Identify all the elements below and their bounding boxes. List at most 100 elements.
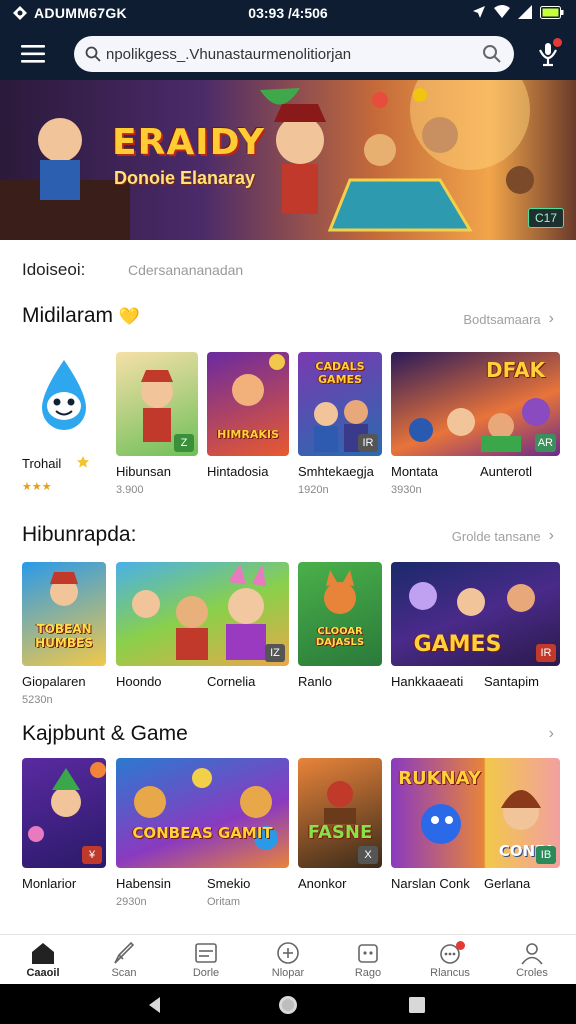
see-all-link-3[interactable]: › — [549, 725, 554, 743]
item-name: Smhtekaegja — [298, 464, 374, 479]
notification-dot — [456, 941, 465, 950]
item-name: Aunterotl — [480, 464, 533, 479]
game-tile[interactable]: GAMES IR — [391, 562, 560, 666]
section-title-1: Midilaram 💛 — [22, 304, 140, 328]
game-tile[interactable]: HIMRAKIS — [207, 352, 289, 456]
chevron-right-icon: › — [548, 310, 554, 327]
nav-label: Rlancus — [430, 967, 470, 979]
user-icon — [521, 943, 543, 965]
hamburger-menu-button[interactable] — [12, 38, 54, 70]
game-tile[interactable]: RUKNAY CONBI IB — [391, 758, 560, 868]
search-input[interactable] — [106, 40, 476, 68]
see-all-link-1[interactable]: Bodtsamaara › — [463, 310, 554, 328]
game-tile[interactable]: DFAK AR — [391, 352, 560, 456]
hero-banner[interactable]: ERAIDY Donoie Elanaray C17 — [0, 80, 576, 240]
section-title-text: Midilaram — [22, 304, 114, 327]
banner-subtitle: Donoie Elanaray — [114, 168, 256, 188]
nav-profile[interactable]: Croles — [500, 939, 564, 983]
tile-badge: X — [358, 846, 378, 864]
water-drop-mascot-icon — [42, 360, 86, 430]
back-icon[interactable] — [144, 994, 166, 1016]
item-name: Santapim — [484, 674, 539, 689]
game-tile[interactable] — [22, 352, 106, 456]
chevron-right-icon: › — [548, 725, 554, 742]
nav-rago[interactable]: Rago — [336, 939, 400, 983]
recents-icon[interactable] — [406, 994, 428, 1016]
game-tile[interactable]: CLOOAR DAJASLS — [298, 562, 382, 666]
tile-art-text: HIMRAKIS — [217, 428, 279, 441]
tile-art-text: CLOOAR DAJASLS — [315, 626, 365, 648]
star-icon — [77, 456, 89, 468]
chevron-right-icon: › — [548, 527, 554, 544]
signal-icon — [518, 5, 532, 19]
game-artwork — [132, 564, 266, 660]
banner-artwork — [0, 80, 534, 240]
item-name: Monlarior — [22, 876, 77, 891]
list-icon — [195, 943, 217, 963]
item-sub: 2930n — [116, 896, 147, 908]
nav-home[interactable]: Caaoil — [11, 939, 75, 983]
tile-badge: IR — [358, 434, 378, 452]
tile-badge: Z — [174, 434, 194, 452]
game-tile[interactable]: CADALS GAMES IR — [298, 352, 382, 456]
item-name: Hibunsan — [116, 464, 171, 479]
game-artwork — [324, 570, 356, 614]
nav-label: Scan — [111, 967, 137, 979]
status-bar: ADUMM67GK 03:93 /4:506 — [0, 0, 576, 28]
nav-label: Dorle — [192, 967, 220, 979]
game-tile[interactable]: Z — [116, 352, 198, 456]
tile-badge: ¥ — [82, 846, 102, 864]
section-title-3: Kajpbunt & Game — [22, 722, 188, 745]
item-name: Hoondo — [116, 674, 162, 689]
tile-art-text: TOBEAN HUMBES — [35, 622, 93, 650]
home-circle-icon[interactable] — [277, 994, 299, 1016]
status-right — [472, 5, 564, 19]
nav-label: Rago — [354, 967, 382, 979]
banner-badge: C17 — [527, 208, 564, 228]
game-tile[interactable]: FASNE X — [298, 758, 382, 868]
nav-dorle[interactable]: Dorle — [174, 939, 238, 983]
section-title-2: Hibunrapda: — [22, 523, 137, 546]
item-sub: 1920n — [298, 484, 329, 496]
location-icon — [473, 6, 485, 18]
filter-label: Idoiseoi: — [22, 260, 86, 279]
banner-title: ERAIDY — [112, 122, 265, 163]
item-sub: Oritam — [207, 896, 240, 908]
game-tile[interactable]: ¥ — [22, 758, 106, 868]
top-app-bar — [0, 28, 576, 80]
search-bar[interactable] — [74, 36, 514, 72]
item-rating: ★★★ — [22, 481, 52, 493]
tile-badge: IZ — [265, 644, 285, 662]
game-artwork — [50, 572, 78, 606]
game-tile[interactable]: CONBEAS GAMIT — [116, 758, 289, 868]
nav-rlancus[interactable]: Rlancus — [418, 939, 482, 983]
nav-nlopar[interactable]: Nlopar — [256, 939, 320, 983]
nav-scan[interactable]: Scan — [92, 939, 156, 983]
tile-art-text: CONBEAS GAMIT — [132, 824, 273, 842]
heart-icon: 💛 — [118, 307, 141, 326]
item-name: Giopalaren — [22, 674, 86, 689]
see-all-text: Grolde tansane — [451, 528, 541, 544]
filter-value[interactable]: Cdersanananadan — [128, 262, 243, 278]
search-icon[interactable] — [482, 44, 502, 64]
tile-badge: AR — [534, 434, 556, 452]
item-name: Narslan Conk — [391, 876, 470, 891]
nav-label: Croles — [516, 967, 548, 979]
tile-art-text: GAMES — [413, 632, 502, 657]
game-tile[interactable]: TOBEAN HUMBES — [22, 562, 106, 666]
nav-label: Nlopar — [271, 967, 305, 979]
tile-art-text: RUKNAY — [398, 768, 481, 789]
item-name: Anonkor — [298, 876, 347, 891]
tile-art-text: CADALS GAMES — [315, 360, 365, 386]
see-all-link-2[interactable]: Grolde tansane › — [452, 527, 554, 545]
item-name: Gerlana — [484, 876, 531, 891]
item-sub: 5230n — [22, 694, 53, 706]
hamburger-icon — [21, 45, 45, 63]
wifi-icon — [494, 5, 510, 18]
search-lead-icon — [85, 46, 101, 62]
tile-art-text: FASNE — [307, 822, 373, 843]
game-tile[interactable]: IZ — [116, 562, 289, 666]
gamepad-icon — [358, 944, 378, 963]
filter-row[interactable]: Idoiseoi: Cdersanananadan — [22, 258, 562, 284]
item-name: Montata — [391, 464, 438, 479]
